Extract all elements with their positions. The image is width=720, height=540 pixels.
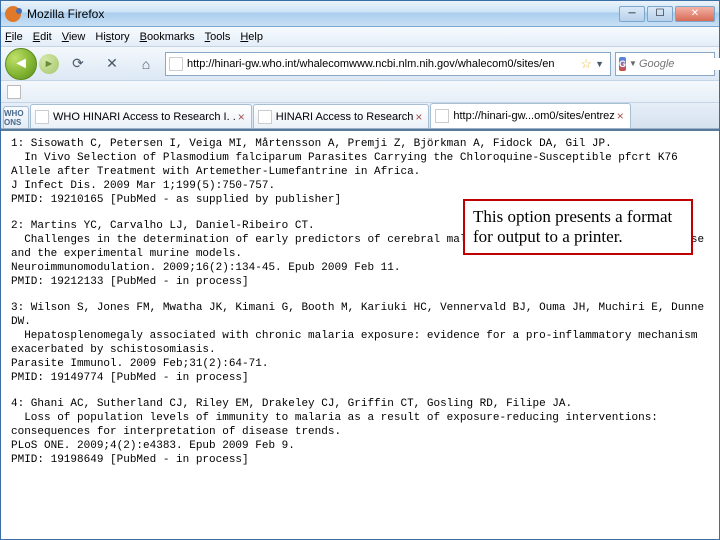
window-titlebar: Mozilla Firefox ─ ☐ ✕ [1,1,719,27]
search-engine-dropdown-icon[interactable]: ▼ [629,59,639,68]
page-content: 1: Sisowath C, Petersen I, Veiga MI, Mår… [1,129,719,539]
url-dropdown-icon[interactable]: ▼ [592,59,607,69]
back-button[interactable]: ◄ [5,48,37,80]
window-title: Mozilla Firefox [27,7,619,21]
url-input[interactable] [187,53,580,75]
tab-label: WHO HINARI Access to Research I. . [53,111,236,123]
site-favicon [169,57,183,71]
home-icon: ⌂ [142,56,150,72]
tab-0[interactable]: WHO HINARI Access to Research I. . × [30,104,252,128]
tab-strip: WHO ONS WHO HINARI Access to Research I.… [1,103,719,129]
nav-toolbar: ◄ ► ⟳ ✕ ⌂ ☆ ▼ G ▼ [1,47,719,81]
bookmark-toolbar [1,81,719,103]
result-entry: 4: Ghani AC, Sutherland CJ, Riley EM, Dr… [11,397,709,467]
tab-close-icon[interactable]: × [615,109,626,123]
home-button[interactable]: ⌂ [131,50,161,78]
result-entry: 3: Wilson S, Jones FM, Mwatha JK, Kimani… [11,301,709,385]
minimize-button[interactable]: ─ [619,6,645,22]
results-listing: 1: Sisowath C, Petersen I, Veiga MI, Mår… [1,131,719,485]
menu-view[interactable]: View [62,31,86,43]
reload-button[interactable]: ⟳ [63,50,93,78]
menu-tools[interactable]: Tools [205,31,231,43]
firefox-icon [5,6,21,22]
stop-icon: ✕ [106,55,118,72]
close-button[interactable]: ✕ [675,6,715,22]
tab-scroll-left[interactable]: WHO ONS [3,106,29,128]
menu-bar: File Edit View History Bookmarks Tools H… [1,27,719,47]
tab-1[interactable]: HINARI Access to Research × [253,104,430,128]
stop-button[interactable]: ✕ [97,50,127,78]
blank-page-icon[interactable] [7,85,21,99]
search-bar[interactable]: G ▼ [615,52,715,76]
tab-close-icon[interactable]: × [413,110,424,124]
menu-history[interactable]: History [95,31,129,43]
maximize-button[interactable]: ☐ [647,6,673,22]
menu-edit[interactable]: Edit [33,31,52,43]
address-bar[interactable]: ☆ ▼ [165,52,611,76]
tab-close-icon[interactable]: × [236,110,247,124]
bookmark-star-icon[interactable]: ☆ [580,56,592,72]
search-input[interactable] [639,58,720,70]
reload-icon: ⟳ [72,55,84,72]
tab-favicon [435,109,449,123]
tab-favicon [258,110,272,124]
menu-file[interactable]: File [5,31,23,43]
tab-2[interactable]: http://hinari-gw...om0/sites/entrez × [430,103,630,128]
tab-label: HINARI Access to Research [276,111,414,123]
tab-label: http://hinari-gw...om0/sites/entrez [453,110,614,122]
tab-favicon [35,110,49,124]
forward-button[interactable]: ► [39,54,59,74]
menu-help[interactable]: Help [240,31,263,43]
menu-bookmarks[interactable]: Bookmarks [140,31,195,43]
result-entry: 1: Sisowath C, Petersen I, Veiga MI, Mår… [11,137,709,207]
google-icon: G [619,57,626,71]
annotation-callout: This option presents a format for output… [463,199,693,255]
